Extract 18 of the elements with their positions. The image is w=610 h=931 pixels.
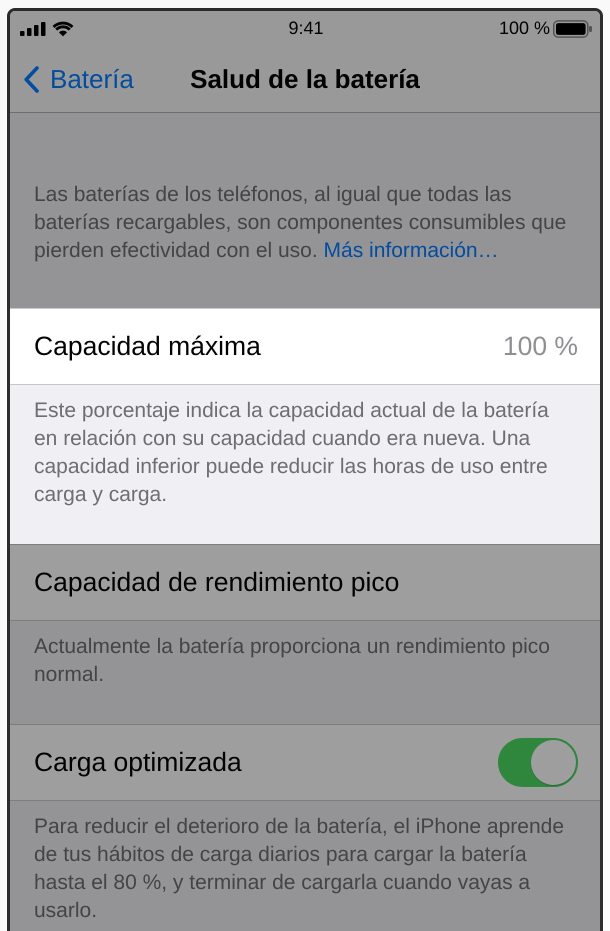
battery-percentage: 100 % — [498, 18, 550, 39]
back-button[interactable]: Batería — [24, 64, 134, 94]
toggle-switch[interactable] — [498, 738, 578, 787]
status-time: 9:41 — [288, 18, 324, 39]
footer-text: Este porcentaje indica la capacidad actual de la batería en relación con su capacidad cuando era nueva. Una capacidad inferior puede reducir las horas de uso entre carga y carga. — [34, 398, 550, 508]
signal-icon — [20, 22, 46, 36]
more-info-link[interactable]: Más información… — [324, 239, 499, 262]
chevron-left-icon — [24, 66, 39, 92]
battery-icon — [553, 20, 592, 38]
setting-value: 100 % — [502, 331, 578, 362]
footer-text: Para reducir el deterioro de la batería, el iPhone aprende de tus hábitos de carga diarios para cargar la batería hasta el 80 %, y terminar de cargarla cuando vayas a usarlo. — [34, 814, 564, 924]
screen-title: Salud de la batería — [190, 64, 420, 94]
setting-label: Carga optimizada — [34, 747, 243, 778]
intro-text: Las baterías de los teléfonos, al igual que todas las baterías recargables, son componentes consumibles que pierden efectividad con el uso. Más información… — [34, 182, 568, 264]
footer-text: Actualmente la batería proporciona un rendimiento pico normal. — [34, 634, 551, 688]
setting-label: Capacidad máxima — [34, 331, 262, 362]
wifi-icon — [52, 20, 74, 36]
setting-label: Capacidad de rendimiento pico — [34, 567, 400, 598]
